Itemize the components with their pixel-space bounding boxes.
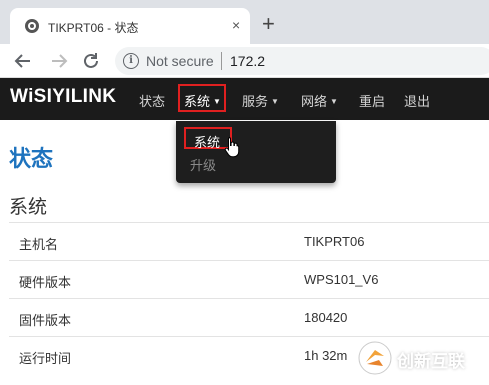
row-value: WPS101_V6: [304, 272, 379, 287]
nav-item-network[interactable]: 网络 ▼: [301, 91, 338, 110]
row-label: 硬件版本: [19, 275, 72, 290]
nav-item-services[interactable]: 服务 ▼: [242, 91, 279, 110]
nav-item-label: 重启: [359, 94, 386, 109]
chevron-down-icon: ▼: [271, 97, 279, 106]
table-row: 主机名 TIKPRT06: [9, 222, 489, 260]
browser-tab[interactable]: TIKPRT06 - 状态 ×: [10, 8, 250, 44]
dropdown-item-upgrade[interactable]: 升级: [190, 155, 216, 174]
nav-item-reboot[interactable]: 重启: [359, 91, 385, 110]
row-label: 主机名: [19, 237, 59, 252]
back-arrow-icon[interactable]: [12, 50, 34, 72]
row-value: 1h 32m: [304, 348, 348, 363]
site-navbar: WiSIYILINK 状态 系统 ▼ 服务 ▼ 网络 ▼ 重启 退出: [0, 78, 489, 120]
active-nav-highlight: [178, 84, 226, 112]
page-title: 状态: [9, 146, 54, 171]
browser-tabstrip: TIKPRT06 - 状态 × +: [0, 0, 489, 44]
forward-arrow-icon[interactable]: [48, 50, 70, 72]
row-label: 固件版本: [19, 313, 72, 328]
nav-item-label: 状态: [139, 94, 166, 109]
row-value: TIKPRT06: [304, 234, 365, 249]
hand-cursor-icon: [224, 137, 240, 158]
favicon-icon: [25, 19, 39, 33]
nav-item-label: 退出: [404, 94, 431, 109]
table-row: 固件版本 180420: [9, 298, 489, 336]
row-label: 运行时间: [19, 351, 72, 366]
system-dropdown-menu: 系统 升级: [176, 121, 336, 183]
watermark: 创新互联: [355, 338, 489, 378]
nav-item-status[interactable]: 状态: [139, 91, 165, 110]
nav-item-label: 服务: [242, 94, 269, 109]
site-logo[interactable]: WiSIYILINK: [10, 86, 116, 108]
chevron-down-icon: ▼: [330, 97, 338, 106]
nav-item-label: 网络: [301, 94, 328, 109]
info-icon[interactable]: i: [123, 53, 139, 69]
reload-icon[interactable]: [80, 50, 102, 72]
not-secure-label: Not secure: [146, 53, 214, 69]
address-bar[interactable]: i Not secure 172.2: [115, 47, 489, 75]
table-row: 硬件版本 WPS101_V6: [9, 260, 489, 298]
watermark-text: 创新互联: [397, 352, 465, 371]
address-separator: [221, 52, 222, 70]
dropdown-item-label: 系统: [194, 135, 221, 150]
new-tab-icon[interactable]: +: [262, 13, 275, 35]
section-title: 系统: [9, 197, 48, 218]
row-value: 180420: [304, 310, 348, 325]
close-tab-icon[interactable]: ×: [232, 17, 240, 33]
tab-title: TIKPRT06 - 状态: [48, 21, 139, 35]
watermark-logo-icon: [358, 341, 392, 375]
url-text: 172.2: [230, 53, 266, 69]
browser-toolbar: i Not secure 172.2: [0, 44, 489, 78]
nav-item-logout[interactable]: 退出: [404, 91, 430, 110]
